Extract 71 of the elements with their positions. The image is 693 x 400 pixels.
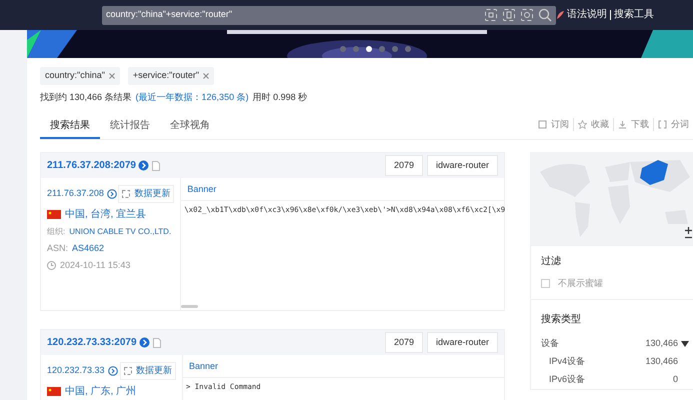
section-title: 搜索类型 — [541, 312, 582, 326]
type-label: IPv6设备 — [549, 372, 586, 386]
arrow-circle-icon[interactable] — [138, 337, 150, 348]
scan-icon — [122, 190, 130, 198]
ip-address: 120.232.73.33 — [47, 364, 105, 377]
banner-label: Banner — [183, 355, 504, 378]
toolbar-link[interactable]: 下载 — [613, 118, 653, 131]
update-button[interactable]: 数据更新 — [120, 362, 176, 380]
port-tag[interactable]: 2079 — [384, 332, 423, 354]
asn-link[interactable]: AS4662 — [72, 242, 104, 255]
square-icon — [538, 120, 547, 129]
port-tag[interactable]: 2079 — [384, 154, 423, 176]
arrow-circle-icon[interactable] — [138, 160, 149, 171]
scan-icon[interactable] — [484, 8, 498, 22]
toolbar-link[interactable]: 分词 — [653, 118, 693, 131]
bracket-icon — [658, 120, 667, 129]
arrow-circle-icon[interactable] — [108, 366, 118, 376]
tab[interactable]: 统计报告 — [100, 116, 160, 139]
type-label: IPv4设备 — [549, 354, 586, 368]
header-link[interactable]: 搜索工具 — [610, 10, 657, 20]
scan-icon[interactable] — [502, 8, 516, 22]
location-link[interactable]: 中国, 台湾, 宜兰县 — [65, 206, 146, 222]
filter-tag[interactable]: country:"china" — [40, 67, 120, 84]
search-time: 用时 0.998 秒 — [252, 90, 308, 104]
zoom-out-icon[interactable] — [685, 234, 692, 241]
result-count: 找到约 130,466 条结果 — [40, 90, 132, 104]
type-count: 130,466 — [645, 336, 678, 350]
timestamp: 2024-10-11 15:43 — [60, 259, 130, 272]
caret-down-icon[interactable] — [681, 340, 689, 346]
download-icon — [618, 120, 627, 129]
close-icon[interactable] — [203, 72, 210, 79]
service-tag[interactable]: idware-router — [426, 154, 498, 176]
ip-address: 211.76.37.208 — [47, 187, 104, 200]
scrollbar-thumb[interactable] — [181, 305, 198, 308]
result-title-link[interactable]: 120.232.73.33:2079 — [47, 335, 137, 350]
banner-label: Banner — [181, 178, 504, 200]
zoom-in-icon[interactable] — [685, 227, 692, 234]
update-button[interactable]: 数据更新 — [118, 185, 174, 202]
feather-icon — [556, 10, 564, 20]
org-label: 组织: — [47, 226, 66, 238]
arrow-circle-icon[interactable] — [106, 188, 117, 199]
flag-icon — [47, 386, 61, 396]
search-bar[interactable]: country:"china"+service:"router" — [102, 6, 556, 24]
toolbar-link[interactable]: 收藏 — [573, 118, 613, 131]
asn-label: ASN: — [47, 242, 68, 254]
document-icon[interactable] — [152, 160, 160, 170]
checkbox[interactable] — [541, 279, 550, 288]
type-label: 设备 — [541, 336, 559, 350]
search-field[interactable]: country:"china"+service:"router" — [106, 8, 480, 22]
filter-tag[interactable]: +service:"router" — [128, 67, 214, 84]
result-title-link[interactable]: 211.76.37.208:2079 — [47, 158, 136, 173]
recent-data-link[interactable]: (最近一年数据：126,350 条) — [136, 90, 249, 104]
org-link[interactable]: UNION CABLE TV CO.,LTD. — [69, 226, 172, 238]
clock-icon — [47, 261, 56, 270]
scan-icon[interactable] — [520, 8, 534, 22]
type-count: 0 — [672, 372, 678, 386]
scan-icon — [124, 366, 132, 375]
star-icon — [578, 120, 587, 129]
type-count: 130,466 — [645, 354, 678, 368]
toolbar-link[interactable]: 订阅 — [534, 118, 573, 131]
close-icon[interactable] — [108, 72, 115, 79]
tab[interactable]: 全球视角 — [160, 116, 220, 139]
document-icon[interactable] — [152, 338, 161, 348]
flag-icon — [47, 210, 61, 218]
header-link[interactable]: 语法说明 — [564, 10, 610, 20]
honeypot-checkbox[interactable]: 不展示蜜罐 — [541, 277, 689, 290]
service-tag[interactable]: idware-router — [426, 332, 498, 354]
location-link[interactable]: 中国, 广东, 广州 — [65, 384, 136, 398]
section-title: 过滤 — [541, 254, 562, 269]
tab[interactable]: 搜索结果 — [40, 116, 100, 139]
search-icon[interactable] — [538, 8, 552, 22]
